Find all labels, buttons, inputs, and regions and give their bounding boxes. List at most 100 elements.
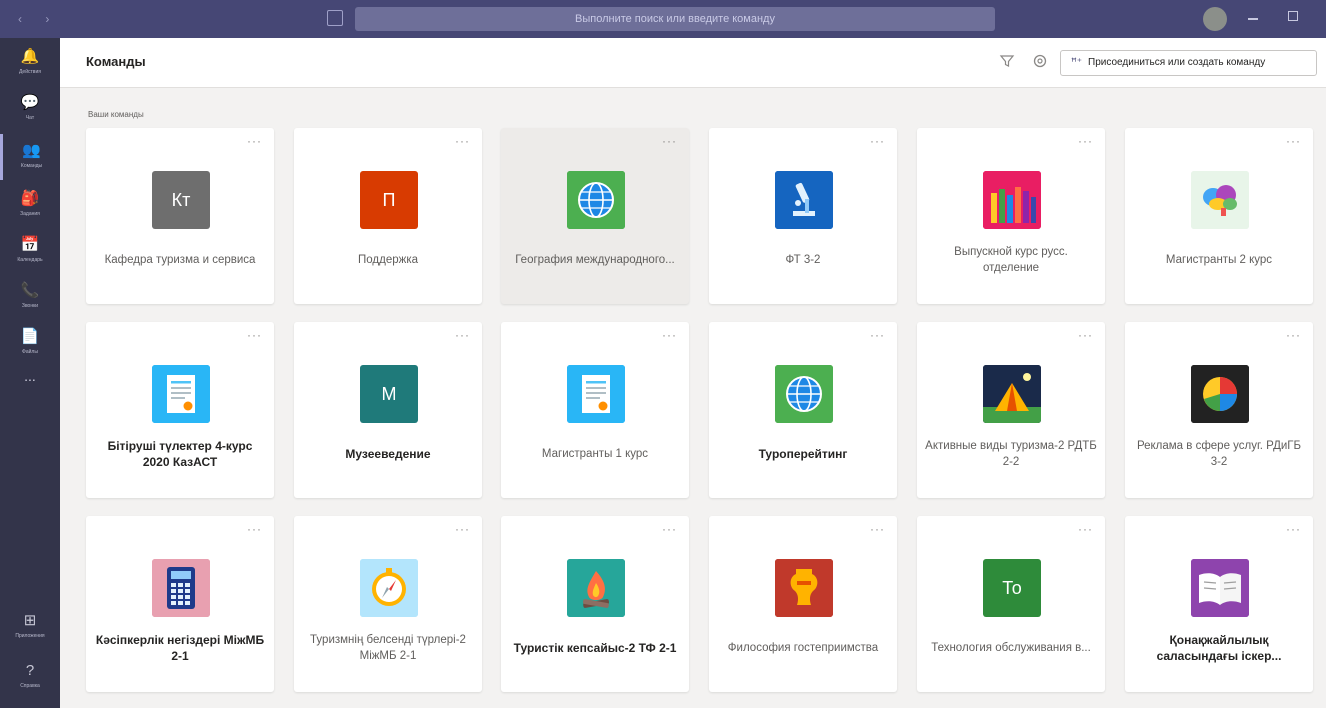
calendar-icon: 📅 [20, 236, 40, 253]
rail-item-teams[interactable]: 👥 Команды [0, 134, 60, 180]
join-or-create-team-button[interactable]: ꟸ⁺ Присоединиться или создать команду [1060, 50, 1317, 76]
team-name: Кафедра туризма и сервиса [104, 254, 256, 266]
join-button-label: Присоединиться или создать команду [1088, 57, 1266, 68]
compass-icon [360, 559, 418, 617]
team-name: География международного... [515, 254, 675, 266]
team-card[interactable]: ··· Кәсіпкерлік негіздері МіжМБ 2-1 [86, 516, 274, 692]
book-icon [1191, 559, 1249, 617]
team-name: Реклама в сфере услуг. РДиГБ 3-2 [1136, 440, 1302, 468]
more-options-icon[interactable]: ··· [247, 328, 262, 342]
rail-item-phone[interactable]: 📞 Звонки [0, 274, 60, 320]
more-options-icon[interactable]: ··· [662, 328, 677, 342]
rail-item-label: Справка [20, 683, 40, 689]
globe-icon [775, 365, 833, 423]
team-card[interactable]: ··· Выпускной курс русс. отделение [917, 128, 1105, 304]
team-card[interactable]: ··· Қонақжайлылық саласындағы іскер... [1125, 516, 1313, 692]
rail-item-label: Задания [20, 211, 40, 217]
minimize-icon[interactable] [1248, 18, 1258, 20]
more-options-icon[interactable]: ··· [1078, 522, 1093, 536]
bell-icon: 🔔 [20, 48, 40, 65]
team-card[interactable]: ··· ФТ 3-2 [709, 128, 897, 304]
gear-icon[interactable] [1032, 53, 1048, 69]
rail-item-label: Файлы [22, 349, 38, 355]
more-options-icon[interactable]: ··· [455, 134, 470, 148]
app-rail: 🔔 Действия 💬 Чат 👥 Команды 🎒 Задания 📅 Календарь 📞… [0, 38, 60, 708]
campfire-icon [567, 559, 625, 617]
more-options-icon[interactable]: ··· [870, 522, 885, 536]
chat-icon: 💬 [20, 94, 40, 111]
rail-item-files[interactable]: 📄 Файлы [0, 320, 60, 366]
team-card[interactable]: ··· Философия гостеприимства [709, 516, 897, 692]
team-name: Туристік кепсайыс-2 ТФ 2-1 [513, 641, 677, 655]
team-card[interactable]: ··· Бітіруші түлектер 4-курс 2020 КазАСТ [86, 322, 274, 498]
team-initials-avatar: Кт [152, 171, 210, 229]
team-card[interactable]: ··· Магистранты 2 курс [1125, 128, 1313, 304]
rail-item-help[interactable]: ? Справка [0, 654, 60, 700]
team-card[interactable]: ··· То Технология обслуживания в... [917, 516, 1105, 692]
team-card[interactable]: ··· Реклама в сфере услуг. РДиГБ 3-2 [1125, 322, 1313, 498]
more-options-icon[interactable]: ··· [662, 522, 677, 536]
avatar[interactable] [1203, 7, 1227, 31]
more-options-icon[interactable]: ··· [870, 328, 885, 342]
team-card[interactable]: ··· Туроперейтинг [709, 322, 897, 498]
vase-icon [775, 559, 833, 617]
more-options-icon[interactable]: ··· [247, 134, 262, 148]
team-card[interactable]: ··· М Музееведение [294, 322, 482, 498]
nav-arrows[interactable]: ‹ › [18, 12, 59, 26]
rail-item-calendar[interactable]: 📅 Календарь [0, 228, 60, 274]
teams-icon: 👥 [22, 142, 41, 159]
team-name: Поддержка [358, 254, 418, 266]
team-name: Выпускной курс русс. отделение [954, 246, 1068, 274]
more-options-icon[interactable]: ··· [247, 522, 262, 536]
search-input[interactable]: Выполните поиск или введите команду [355, 7, 995, 31]
rail-item-label: Действия [19, 69, 41, 75]
rail-item-label: Чат [25, 115, 35, 121]
team-card[interactable]: ··· Туристік кепсайыс-2 ТФ 2-1 [501, 516, 689, 692]
team-name: Туризмнің белсенді түрлері-2 МіжМБ 2-1 [310, 634, 466, 662]
title-bar: ‹ › Выполните поиск или введите команду [0, 0, 1326, 38]
rail-item-apps[interactable]: ⊞ Приложения [0, 604, 60, 650]
team-card[interactable]: ··· География международного... [501, 128, 689, 304]
rail-item-chat[interactable]: 💬 Чат [0, 86, 60, 132]
team-card[interactable]: ··· Кт Кафедра туризма и сервиса [86, 128, 274, 304]
team-card[interactable]: ··· Магистранты 1 курс [501, 322, 689, 498]
certificate-icon [152, 365, 210, 423]
page-header: Команды ꟸ⁺ Присоединиться или создать ком… [60, 38, 1326, 88]
maximize-icon[interactable] [1288, 11, 1298, 21]
rail-more-button[interactable]: ... [0, 368, 60, 384]
rail-item-label: Звонки [21, 303, 39, 309]
page-title: Команды [86, 54, 146, 69]
team-card[interactable]: ··· Активные виды туризма-2 РДТБ 2-2 [917, 322, 1105, 498]
team-name: Магистранты 1 курс [541, 448, 649, 460]
rail-item-label: Команды [20, 163, 43, 169]
more-options-icon[interactable]: ··· [455, 328, 470, 342]
more-options-icon[interactable]: ··· [455, 522, 470, 536]
team-card[interactable]: ··· Туризмнің белсенді түрлері-2 МіжМБ 2-… [294, 516, 482, 692]
rail-item-label: Календарь [17, 257, 43, 263]
team-name: Кәсіпкерлік негіздері МіжМБ 2-1 [95, 633, 265, 663]
more-options-icon[interactable]: ··· [870, 134, 885, 148]
compose-icon[interactable] [327, 10, 343, 26]
more-options-icon[interactable]: ··· [1286, 522, 1301, 536]
team-initials-avatar: М [360, 365, 418, 423]
team-name: Қонақжайлылық саласындағы іскер... [1156, 633, 1282, 663]
more-options-icon[interactable]: ··· [1286, 134, 1301, 148]
team-initials-avatar: То [983, 559, 1041, 617]
rail-item-bell[interactable]: 🔔 Действия [0, 40, 60, 86]
more-options-icon[interactable]: ··· [662, 134, 677, 148]
rail-item-assignments[interactable]: 🎒 Задания [0, 182, 60, 228]
team-name: Магистранты 2 курс [1165, 254, 1273, 266]
filter-icon[interactable] [998, 52, 1016, 70]
files-icon: 📄 [20, 328, 40, 345]
piechart-icon [1191, 365, 1249, 423]
rail-item-label: Приложения [15, 633, 45, 639]
apps-icon: ⊞ [23, 612, 37, 629]
more-options-icon[interactable]: ··· [1286, 328, 1301, 342]
more-options-icon[interactable]: ··· [1078, 134, 1093, 148]
more-options-icon[interactable]: ··· [1078, 328, 1093, 342]
team-card[interactable]: ··· П Поддержка [294, 128, 482, 304]
certificate-icon [567, 365, 625, 423]
assignments-icon: 🎒 [20, 190, 40, 207]
pencils-icon [983, 171, 1041, 229]
microscope-icon [775, 171, 833, 229]
